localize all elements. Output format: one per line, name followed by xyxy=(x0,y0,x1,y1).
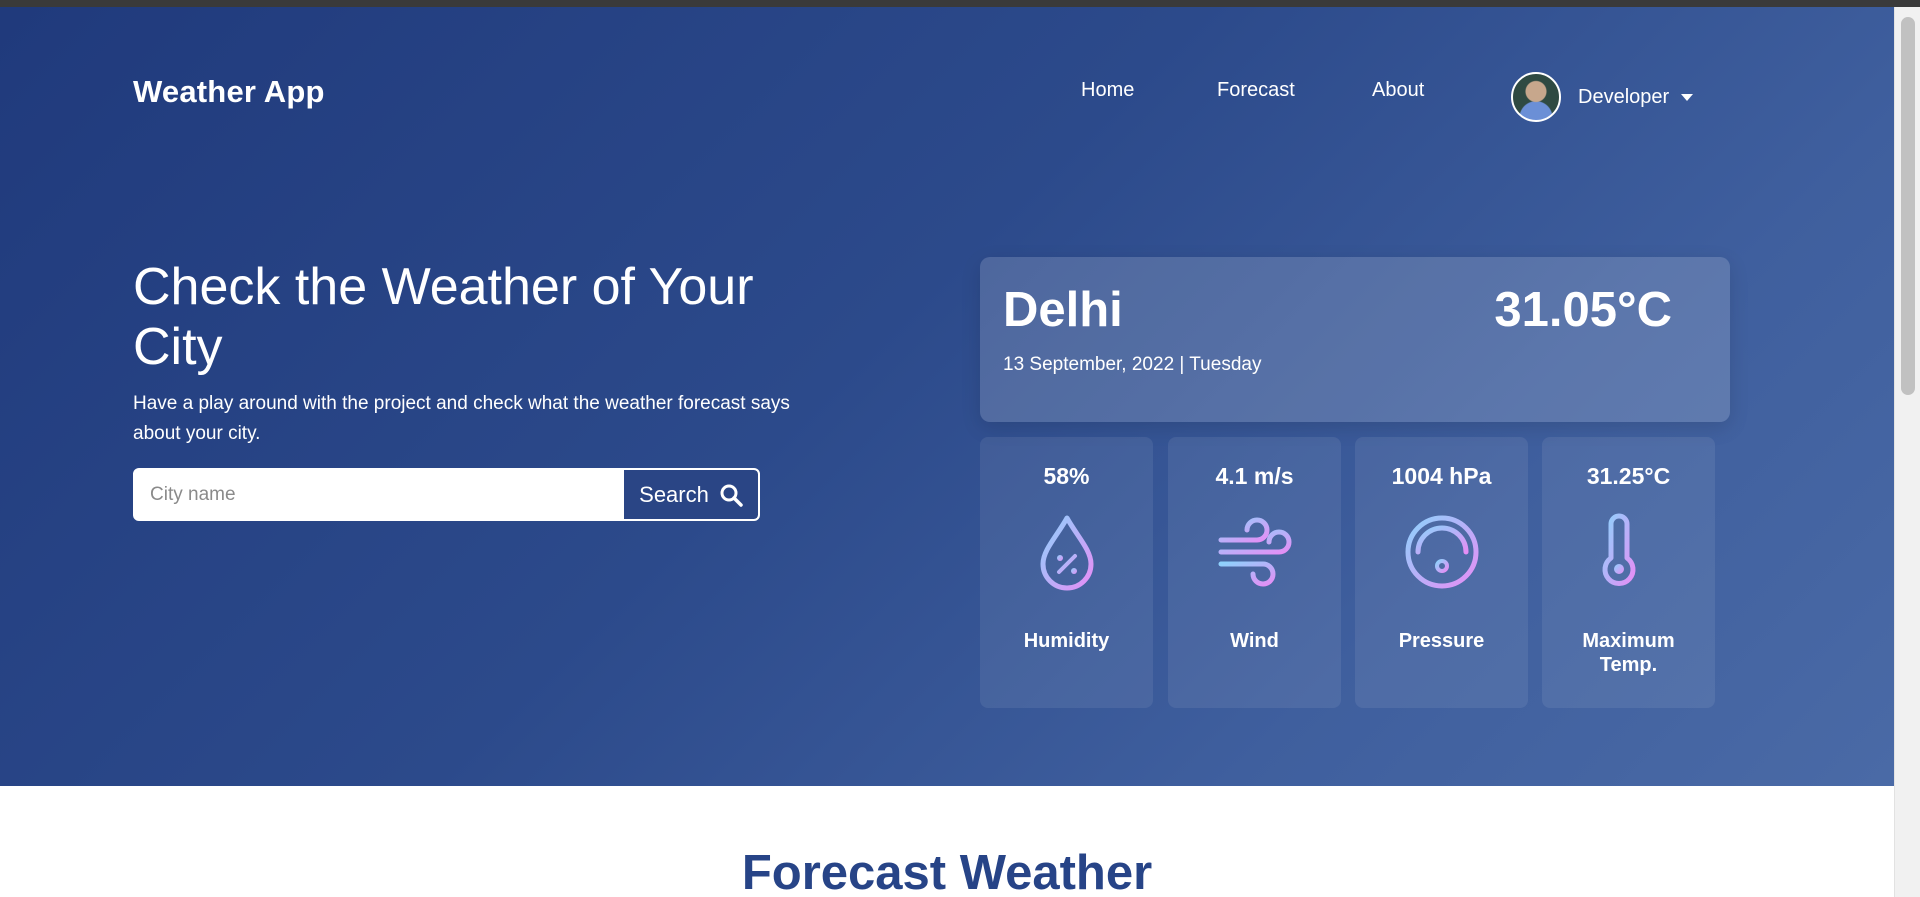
humidity-value: 58% xyxy=(1043,463,1090,489)
wind-card: 4.1 m/s Wind xyxy=(1168,437,1341,708)
humidity-label: Humidity xyxy=(1023,630,1110,652)
city-name: Delhi xyxy=(1003,283,1123,337)
search-icon xyxy=(720,484,743,507)
max-temp-label: Maximum Temp. xyxy=(1582,630,1675,676)
nav-forecast-link[interactable]: Forecast xyxy=(1217,79,1295,102)
browser-top-bar xyxy=(0,0,1920,7)
nav-home-link[interactable]: Home xyxy=(1081,79,1134,102)
city-search-input[interactable] xyxy=(135,470,624,519)
max-temp-value: 31.25°C xyxy=(1586,463,1671,489)
avatar[interactable] xyxy=(1511,72,1561,122)
humidity-drop-icon xyxy=(1040,515,1094,591)
wind-value: 4.1 m/s xyxy=(1215,463,1294,489)
pressure-gauge-icon xyxy=(1405,515,1479,589)
wind-icon xyxy=(1218,517,1292,587)
user-menu[interactable]: Developer xyxy=(1511,72,1694,122)
hero-section: Weather App Home Forecast About Develope… xyxy=(0,7,1894,786)
max-temp-card: 31.25°C Maximum Temp. xyxy=(1542,437,1715,708)
current-temperature: 31.05°C xyxy=(1494,283,1672,337)
chevron-down-icon[interactable] xyxy=(1681,93,1694,101)
current-weather-card: Delhi 31.05°C 13 September, 2022 | Tuesd… xyxy=(980,257,1730,422)
city-search-form: Search xyxy=(133,468,760,521)
brand-logo[interactable]: Weather App xyxy=(133,74,325,110)
pressure-label: Pressure xyxy=(1398,630,1485,652)
wind-label: Wind xyxy=(1230,630,1279,652)
nav-about-link[interactable]: About xyxy=(1372,79,1424,102)
current-date: 13 September, 2022 | Tuesday xyxy=(1003,354,1262,375)
thermometer-icon xyxy=(1602,513,1657,586)
user-name[interactable]: Developer xyxy=(1578,86,1669,109)
search-button-label: Search xyxy=(639,481,709,507)
scrollbar-thumb[interactable] xyxy=(1901,17,1915,395)
humidity-card: 58% Humidity xyxy=(980,437,1153,708)
pressure-card: 1004 hPa Pressure xyxy=(1355,437,1528,708)
hero-title: Check the Weather of Your City xyxy=(133,258,754,376)
page-scrollbar[interactable] xyxy=(1894,7,1920,897)
pressure-value: 1004 hPa xyxy=(1391,463,1492,489)
forecast-section-title: Forecast Weather xyxy=(741,846,1153,897)
hero-subtitle: Have a play around with the project and … xyxy=(133,393,790,444)
search-button[interactable]: Search xyxy=(624,470,758,519)
